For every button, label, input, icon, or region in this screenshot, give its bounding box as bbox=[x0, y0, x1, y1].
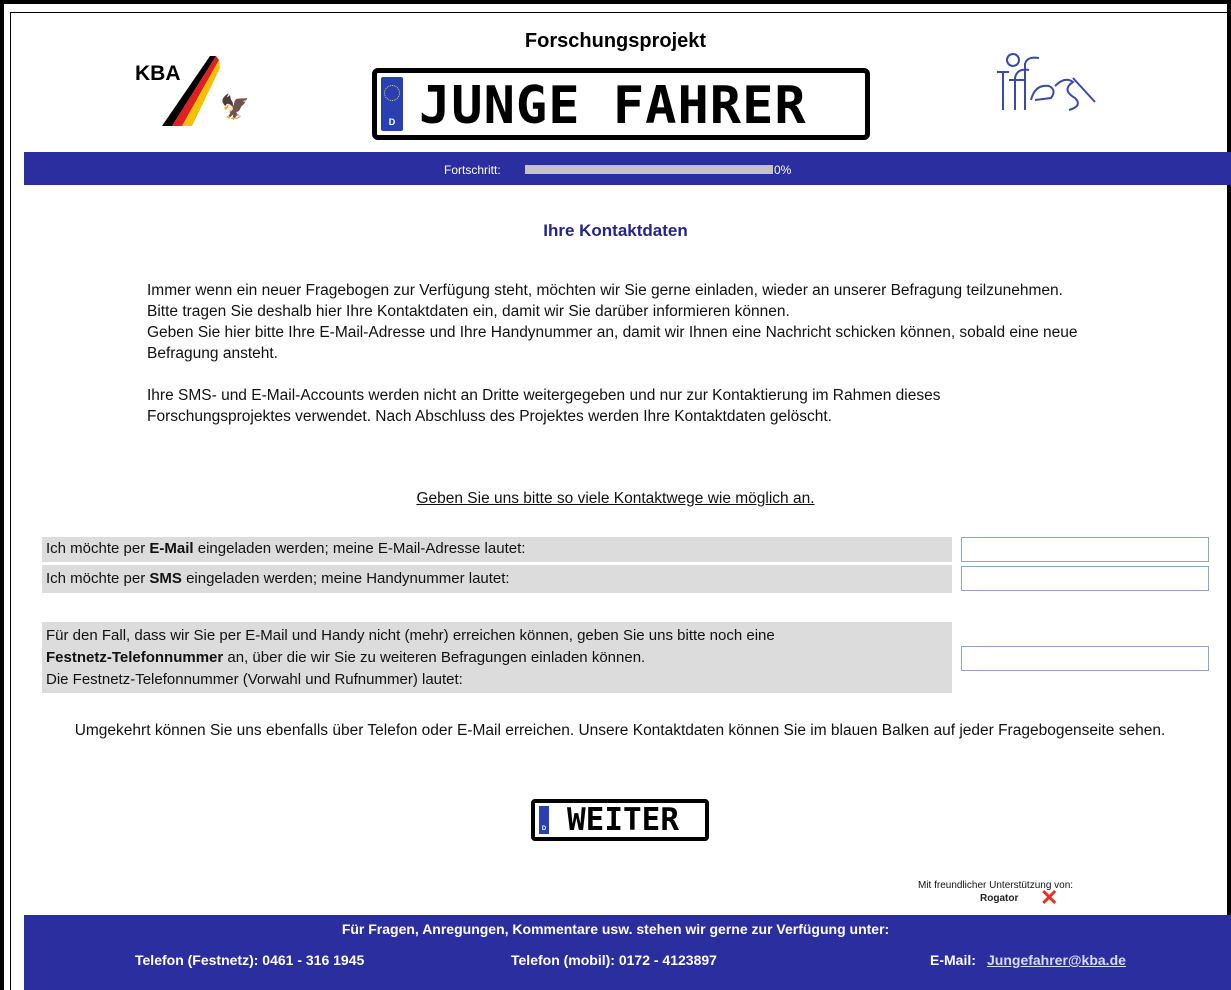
footer-email-link[interactable]: Jungefahrer@kba.de bbox=[987, 952, 1126, 968]
email-field[interactable] bbox=[961, 537, 1209, 562]
sms-label-pre: Ich möchte per bbox=[46, 570, 150, 587]
footer-phone-mobile: Telefon (mobil): 0172 - 4123897 bbox=[511, 952, 717, 968]
footer-email-label: E-Mail: bbox=[930, 952, 976, 968]
reverse-contact-note: Umgekehrt können Sie uns ebenfalls über … bbox=[74, 722, 1166, 739]
plate-country: D bbox=[388, 117, 396, 127]
sms-label-bold: SMS bbox=[149, 570, 182, 587]
intro-paragraph-2: Geben Sie hier bitte Ihre E-Mail-Adresse… bbox=[147, 324, 1078, 362]
landline-label-line1: Für den Fall, dass wir Sie per E-Mail un… bbox=[46, 627, 775, 644]
junge-fahrer-plate-logo: D JUNGE FAHRER bbox=[372, 68, 870, 140]
sms-invite-label: Ich möchte per SMS eingeladen werden; me… bbox=[42, 565, 952, 593]
footer-contact-intro: Für Fragen, Anregungen, Kommentare usw. … bbox=[341, 921, 890, 937]
next-button[interactable]: D WEITER bbox=[531, 799, 709, 841]
eu-band-icon: D bbox=[539, 806, 549, 834]
ifes-logo-icon bbox=[997, 53, 1096, 111]
page-title: Ihre Kontaktdaten bbox=[543, 221, 688, 240]
progress-value: 0% bbox=[774, 163, 792, 177]
eagle-icon: 🦅 bbox=[220, 94, 250, 121]
kba-flag-stripes-icon bbox=[162, 56, 220, 126]
intro-paragraph-1: Immer wenn ein neuer Fragebogen zur Verf… bbox=[147, 282, 1063, 320]
email-invite-label: Ich möchte per E-Mail eingeladen werden;… bbox=[42, 537, 952, 562]
landline-label-line3: Die Festnetz-Telefonnummer (Vorwahl und … bbox=[46, 671, 463, 688]
eu-band-icon: D bbox=[381, 77, 403, 131]
progress-track bbox=[525, 165, 773, 174]
sms-label-post: eingeladen werden; meine Handynummer lau… bbox=[181, 570, 510, 587]
rogator-x-icon: ✕ bbox=[1040, 885, 1059, 910]
progress-label: Fortschritt: bbox=[444, 163, 501, 177]
intro-text: Immer wenn ein neuer Fragebogen zur Verf… bbox=[147, 280, 1087, 427]
landline-number-field[interactable] bbox=[961, 646, 1209, 671]
next-button-label: WEITER bbox=[567, 802, 679, 838]
landline-label-line2-post: an, über die wir Sie zu weiteren Befragu… bbox=[223, 649, 646, 666]
landline-label-bold: Festnetz-Telefonnummer bbox=[46, 649, 224, 666]
email-label-bold: E-Mail bbox=[149, 540, 194, 557]
plate-text: JUNGE FAHRER bbox=[419, 76, 807, 136]
landline-label-line2: Festnetz-Telefonnummer an, über die wir … bbox=[46, 647, 952, 669]
email-label-post: eingeladen werden; meine E-Mail-Adresse … bbox=[193, 540, 526, 557]
mobile-number-field[interactable] bbox=[961, 566, 1209, 591]
intro-paragraph-3: Ihre SMS- und E-Mail-Accounts werden nic… bbox=[147, 387, 941, 425]
email-label-pre: Ich möchte per bbox=[46, 540, 150, 557]
landline-invite-label: Für den Fall, dass wir Sie per E-Mail un… bbox=[42, 622, 952, 693]
rogator-logo: Rogator bbox=[980, 893, 1019, 904]
footer-phone-landline: Telefon (Festnetz): 0461 - 316 1945 bbox=[135, 952, 365, 968]
contact-ways-note: Geben Sie uns bitte so viele Kontaktwege… bbox=[416, 490, 815, 507]
next-button-country: D bbox=[541, 826, 547, 832]
